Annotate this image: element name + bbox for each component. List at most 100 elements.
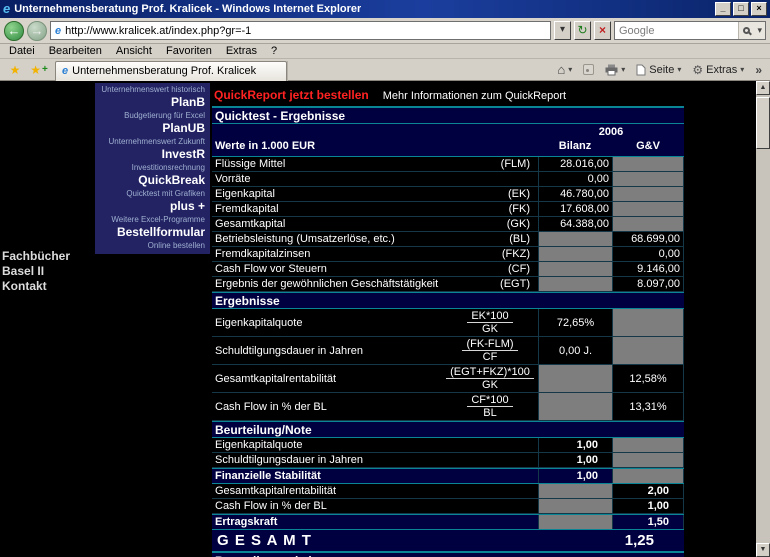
- add-favorite-button[interactable]: ★ +: [27, 61, 51, 79]
- address-bar: e: [50, 21, 551, 40]
- row-code: (FLM): [458, 158, 538, 170]
- bilanz-value: 64.388,00: [538, 217, 612, 231]
- quickreport-info-link[interactable]: Mehr Informationen zum QuickReport: [383, 90, 566, 102]
- ratio-row: Gesamtkapitalrentabilität (EGT+FKZ)*100 …: [212, 365, 684, 393]
- row-label: Eigenkapital: [212, 188, 458, 200]
- formula-denominator: GK: [482, 379, 498, 391]
- sidebar-caption: Unternehmenswert historisch: [95, 85, 210, 95]
- feed-icon: [583, 64, 594, 75]
- empty-cell: [612, 187, 684, 201]
- empty-cell: [612, 217, 684, 231]
- browser-tab[interactable]: e Unternehmensberatung Prof. Kralicek: [55, 61, 287, 81]
- guv-value: 68.699,00: [612, 232, 684, 246]
- scroll-down-button[interactable]: ▼: [756, 543, 770, 557]
- empty-cell: [538, 484, 612, 498]
- row-label: Gesamtkapitalrentabilität: [212, 365, 442, 392]
- search-dropdown-button[interactable]: ▾: [754, 22, 765, 39]
- grade-row: Gesamtkapitalrentabilität 2,00: [212, 484, 684, 499]
- year-label: 2006: [538, 126, 684, 138]
- menu-extras[interactable]: Extras: [219, 44, 264, 59]
- chevron-down-icon: ▾: [621, 65, 625, 74]
- formula-denominator: CF: [483, 351, 498, 363]
- menu-datei[interactable]: Datei: [2, 44, 42, 59]
- empty-cell: [538, 262, 612, 276]
- tab-favicon-icon: e: [62, 65, 68, 77]
- table-row: Cash Flow vor Steuern(CF) 9.146,00: [212, 262, 684, 277]
- order-quickreport-link[interactable]: QuickReport jetzt bestellen: [214, 88, 369, 102]
- empty-cell: [612, 438, 684, 452]
- menu-bearbeiten[interactable]: Bearbeiten: [42, 44, 109, 59]
- forward-arrow-icon: →: [31, 22, 44, 40]
- sidebar-item-investr[interactable]: InvestR: [95, 147, 210, 163]
- section-title-ergebnisse: Ergebnisse: [212, 292, 684, 309]
- sidebar-item-basel[interactable]: Basel II: [2, 264, 70, 279]
- column-header-bilanz: Bilanz: [538, 140, 612, 152]
- back-button[interactable]: ←: [4, 21, 24, 41]
- ratio-row: Eigenkapitalquote EK*100 GK 72,65%: [212, 309, 684, 337]
- search-button[interactable]: [738, 22, 754, 39]
- minimize-button[interactable]: _: [715, 2, 731, 16]
- feeds-button[interactable]: [578, 60, 599, 79]
- star-icon: ★: [30, 64, 41, 76]
- sidebar-item-fachbuecher[interactable]: Fachbücher: [2, 249, 70, 264]
- table-header: 2006 Werte in 1.000 EUR Bilanz G&V: [212, 124, 684, 157]
- row-code: (GK): [458, 218, 538, 230]
- address-dropdown-button[interactable]: ▾: [554, 21, 571, 40]
- toolbar-overflow-button[interactable]: »: [750, 60, 767, 79]
- maximize-button[interactable]: □: [733, 2, 749, 16]
- sidebar-item-bestellformular[interactable]: Bestellformular: [95, 225, 210, 241]
- sidebar-nav: Unternehmenswert historisch PlanB Budget…: [95, 83, 210, 254]
- guv-grade: 1,00: [612, 499, 684, 513]
- column-header-guv: G&V: [612, 140, 684, 152]
- sidebar-item-planub[interactable]: PlanUB: [95, 121, 210, 137]
- chevron-down-icon: ▾: [740, 65, 744, 74]
- navigation-bar: ← → e ▾ ↻ × ▾: [0, 18, 770, 44]
- forward-button[interactable]: →: [27, 21, 47, 41]
- favorites-center-button[interactable]: ★: [3, 61, 27, 79]
- menu-favoriten[interactable]: Favoriten: [159, 44, 219, 59]
- guv-value: 9.146,00: [612, 262, 684, 276]
- empty-cell: [538, 499, 612, 513]
- page-menu-button[interactable]: Seite ▾: [631, 60, 686, 79]
- row-label: Vorräte: [212, 173, 458, 185]
- row-label: Gesamtkapital: [212, 218, 458, 230]
- formula-numerator: (FK-FLM): [462, 338, 517, 351]
- home-button[interactable]: ⌂ ▾: [552, 60, 577, 79]
- table-row: Fremdkapitalzinsen(FKZ) 0,00: [212, 247, 684, 262]
- bilanz-grade: 1,00: [538, 469, 612, 483]
- search-box: ▾: [614, 21, 766, 40]
- empty-cell: [538, 232, 612, 246]
- scrollbar-thumb[interactable]: [756, 97, 770, 149]
- sidebar-item-kontakt[interactable]: Kontakt: [2, 279, 70, 294]
- sidebar-caption: Investitionsrechnung: [95, 163, 210, 173]
- table-row: Betriebsleistung (Umsatzerlöse, etc.)(BL…: [212, 232, 684, 247]
- search-input[interactable]: [619, 23, 738, 38]
- formula-numerator: CF*100: [467, 394, 512, 407]
- row-label: Cash Flow in % der BL: [212, 393, 442, 420]
- gesamt-value: 1,25: [538, 532, 684, 549]
- new-tab-strip[interactable]: [287, 61, 299, 81]
- table-row: Gesamtkapital(GK) 64.388,00: [212, 217, 684, 232]
- formula: CF*100 BL: [442, 393, 538, 420]
- guv-value: 0,00: [612, 247, 684, 261]
- address-input[interactable]: [65, 23, 548, 38]
- stop-button[interactable]: ×: [594, 21, 611, 40]
- gear-icon: ⚙: [692, 64, 703, 76]
- sidebar-item-quickbreak[interactable]: QuickBreak: [95, 173, 210, 189]
- empty-cell: [538, 515, 612, 529]
- gesamt-row: G E S A M T 1,25: [212, 530, 684, 552]
- bilanz-value: 46.780,00: [538, 187, 612, 201]
- tools-menu-button[interactable]: ⚙ Extras ▾: [687, 60, 749, 79]
- table-row: Flüssige Mittel(FLM) 28.016,00: [212, 157, 684, 172]
- ratio-row: Cash Flow in % der BL CF*100 BL 13,31%: [212, 393, 684, 421]
- scroll-up-button[interactable]: ▲: [756, 81, 770, 95]
- menu-help[interactable]: ?: [264, 44, 284, 59]
- sidebar-item-plus[interactable]: plus +: [95, 199, 210, 215]
- row-code: (FKZ): [458, 248, 538, 260]
- refresh-button[interactable]: ↻: [574, 21, 591, 40]
- print-button[interactable]: ▾: [600, 60, 630, 79]
- empty-cell: [538, 247, 612, 261]
- menu-ansicht[interactable]: Ansicht: [109, 44, 159, 59]
- sidebar-item-planb[interactable]: PlanB: [95, 95, 210, 111]
- close-button[interactable]: ×: [751, 2, 767, 16]
